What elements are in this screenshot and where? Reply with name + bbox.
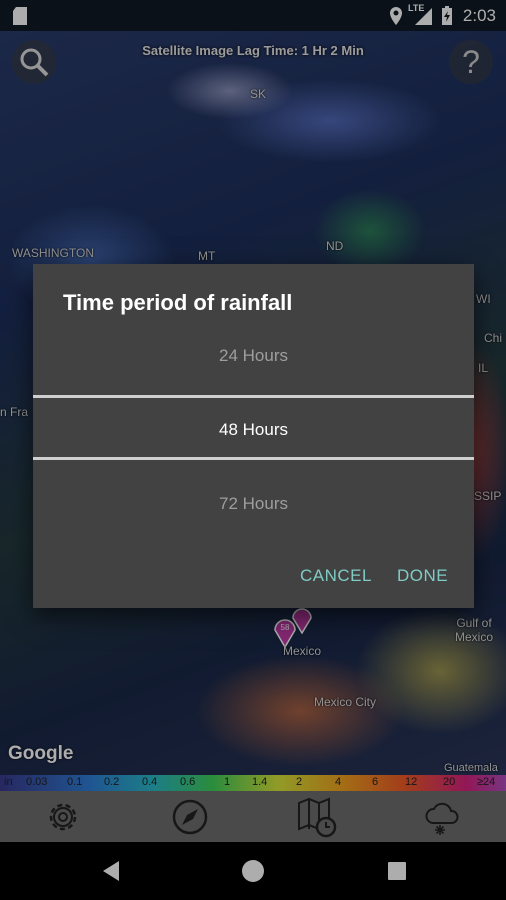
picker-divider-top [33,395,474,398]
dialog-title: Time period of rainfall [63,290,293,315]
picker-option-24-hours[interactable]: 24 Hours [33,346,474,366]
done-button[interactable]: DONE [397,566,448,586]
picker-option-72-hours[interactable]: 72 Hours [33,494,474,514]
picker-divider-bottom [33,457,474,460]
picker-option-48-hours[interactable]: 48 Hours [33,420,474,440]
cancel-button[interactable]: CANCEL [300,566,372,586]
rainfall-period-dialog: Time period of rainfall 24 Hours 48 Hour… [33,264,474,608]
